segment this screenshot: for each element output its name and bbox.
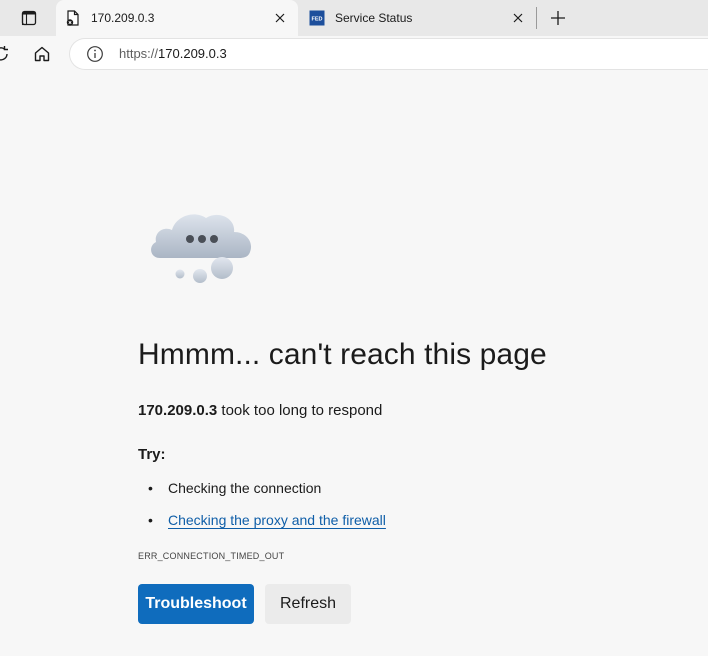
url-text[interactable]: https://170.209.0.3 <box>119 46 227 61</box>
tab-strip: 170.209.0.3 FED Service Status <box>0 0 708 36</box>
list-item: • Checking the connection <box>138 478 386 510</box>
list-item: • Checking the proxy and the firewall <box>138 510 386 542</box>
suggestions-list: • Checking the connection • Checking the… <box>138 478 386 542</box>
url-host: 170.209.0.3 <box>158 46 227 61</box>
tab-title: Service Status <box>335 11 413 25</box>
tab-active[interactable]: 170.209.0.3 <box>56 0 298 36</box>
try-label: Try: <box>138 446 166 463</box>
close-tab-icon[interactable] <box>508 8 528 28</box>
tab-actions-icon[interactable] <box>18 7 40 29</box>
bullet: • <box>148 480 153 496</box>
tab-separator <box>536 7 537 29</box>
info-icon[interactable] <box>86 45 104 63</box>
troubleshoot-button[interactable]: Troubleshoot <box>138 584 254 624</box>
url-scheme: https:// <box>119 46 159 61</box>
home-icon[interactable] <box>31 43 53 65</box>
tab-title: 170.209.0.3 <box>91 11 155 25</box>
svg-text:FED: FED <box>312 17 323 23</box>
error-code: ERR_CONNECTION_TIMED_OUT <box>138 551 285 561</box>
error-host: 170.209.0.3 <box>138 402 218 419</box>
fed-logo-icon: FED <box>309 10 325 26</box>
suggestion-check-connection: Checking the connection <box>168 480 322 496</box>
page-title: Hmmm... can't reach this page <box>138 338 547 371</box>
address-bar[interactable]: https://170.209.0.3 <box>70 39 708 69</box>
cloud-error-icon <box>146 202 258 288</box>
refresh-button[interactable]: Refresh <box>265 584 351 624</box>
close-tab-icon[interactable] <box>270 8 290 28</box>
error-description: 170.209.0.3 took too long to respond <box>138 402 382 419</box>
error-page-icon <box>65 10 81 26</box>
error-reason: took too long to respond <box>217 402 383 419</box>
toolbar: https://170.209.0.3 <box>0 36 708 72</box>
refresh-icon[interactable] <box>0 44 12 64</box>
bullet: • <box>148 512 153 528</box>
new-tab-icon[interactable] <box>546 6 570 30</box>
tab-service-status[interactable]: FED Service Status <box>300 0 536 36</box>
suggestion-proxy-firewall-link[interactable]: Checking the proxy and the firewall <box>168 512 386 528</box>
